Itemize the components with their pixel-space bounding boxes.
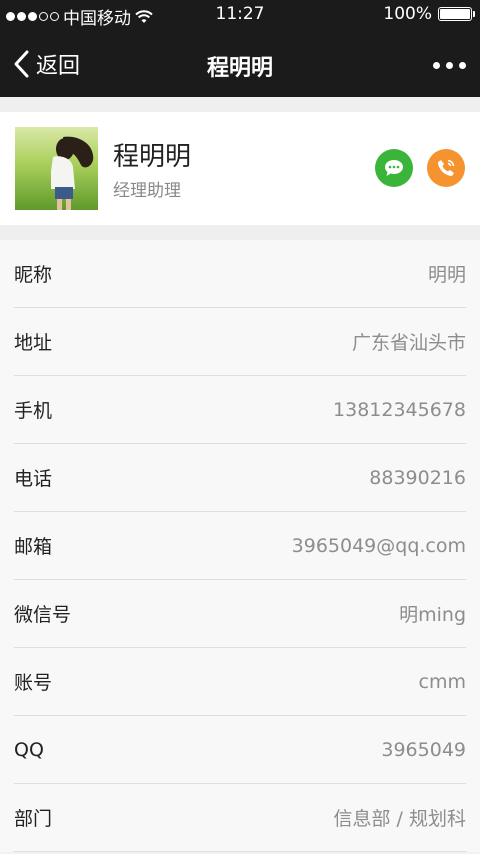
detail-row-mobile[interactable]: 手机 13812345678 <box>14 376 466 444</box>
contact-name: 程明明 <box>113 142 192 172</box>
row-value: 明明 <box>427 264 466 286</box>
battery-level-fill <box>440 9 470 19</box>
section-divider <box>0 97 480 112</box>
status-right: 100% <box>383 4 475 24</box>
avatar-photo-icon <box>15 127 98 210</box>
battery-icon <box>438 7 475 21</box>
row-value: 13812345678 <box>333 398 466 421</box>
detail-row-email[interactable]: 邮箱 3965049@qq.com <box>14 512 466 580</box>
detail-row-phone[interactable]: 电话 88390216 <box>14 444 466 512</box>
row-value: 广东省汕头市 <box>351 332 466 354</box>
page-title: 程明明 <box>206 56 273 81</box>
row-label: 微信号 <box>14 604 72 626</box>
row-label: 部门 <box>14 808 53 830</box>
row-label: 电话 <box>14 468 53 490</box>
detail-row-qq[interactable]: QQ 3965049 <box>14 716 466 784</box>
detail-row-address[interactable]: 地址 广东省汕头市 <box>14 308 466 376</box>
chat-bubble-icon <box>385 160 403 176</box>
contact-details-list: 昵称 明明 地址 广东省汕头市 手机 13812345678 电话 883902… <box>0 240 480 852</box>
more-dot-icon <box>446 62 453 69</box>
more-dot-icon <box>459 62 466 69</box>
row-label: 手机 <box>14 400 53 422</box>
row-label: 地址 <box>14 332 53 354</box>
call-button[interactable] <box>427 149 465 187</box>
more-menu-button[interactable] <box>433 62 466 69</box>
row-label: 邮箱 <box>14 536 53 558</box>
row-value: cmm <box>418 670 466 693</box>
avatar[interactable] <box>15 127 98 210</box>
phone-icon <box>438 159 455 176</box>
contact-role: 经理助理 <box>113 181 181 201</box>
row-value: 88390216 <box>369 466 466 489</box>
top-bar: 中国移动 11:27 100% 返回 程明明 <box>0 0 480 97</box>
navigation-bar: 返回 程明明 <box>0 30 480 97</box>
more-dot-icon <box>433 62 440 69</box>
row-value: 3965049@qq.com <box>291 534 466 557</box>
section-divider <box>0 225 480 240</box>
row-value: 信息部 / 规划科 <box>333 808 466 830</box>
row-value: 明ming <box>399 604 466 626</box>
detail-row-account[interactable]: 账号 cmm <box>14 648 466 716</box>
message-button[interactable] <box>375 149 413 187</box>
row-value: 3965049 <box>381 738 466 761</box>
profile-card: 程明明 经理助理 <box>0 112 480 225</box>
row-label: 账号 <box>14 672 53 694</box>
row-label: 昵称 <box>14 264 53 286</box>
status-bar: 中国移动 11:27 100% <box>0 0 480 30</box>
detail-row-department[interactable]: 部门 信息部 / 规划科 <box>14 784 466 852</box>
battery-percent: 100% <box>383 4 432 24</box>
row-label: QQ <box>14 738 44 761</box>
detail-row-wechat[interactable]: 微信号 明ming <box>14 580 466 648</box>
detail-row-nickname[interactable]: 昵称 明明 <box>14 240 466 308</box>
